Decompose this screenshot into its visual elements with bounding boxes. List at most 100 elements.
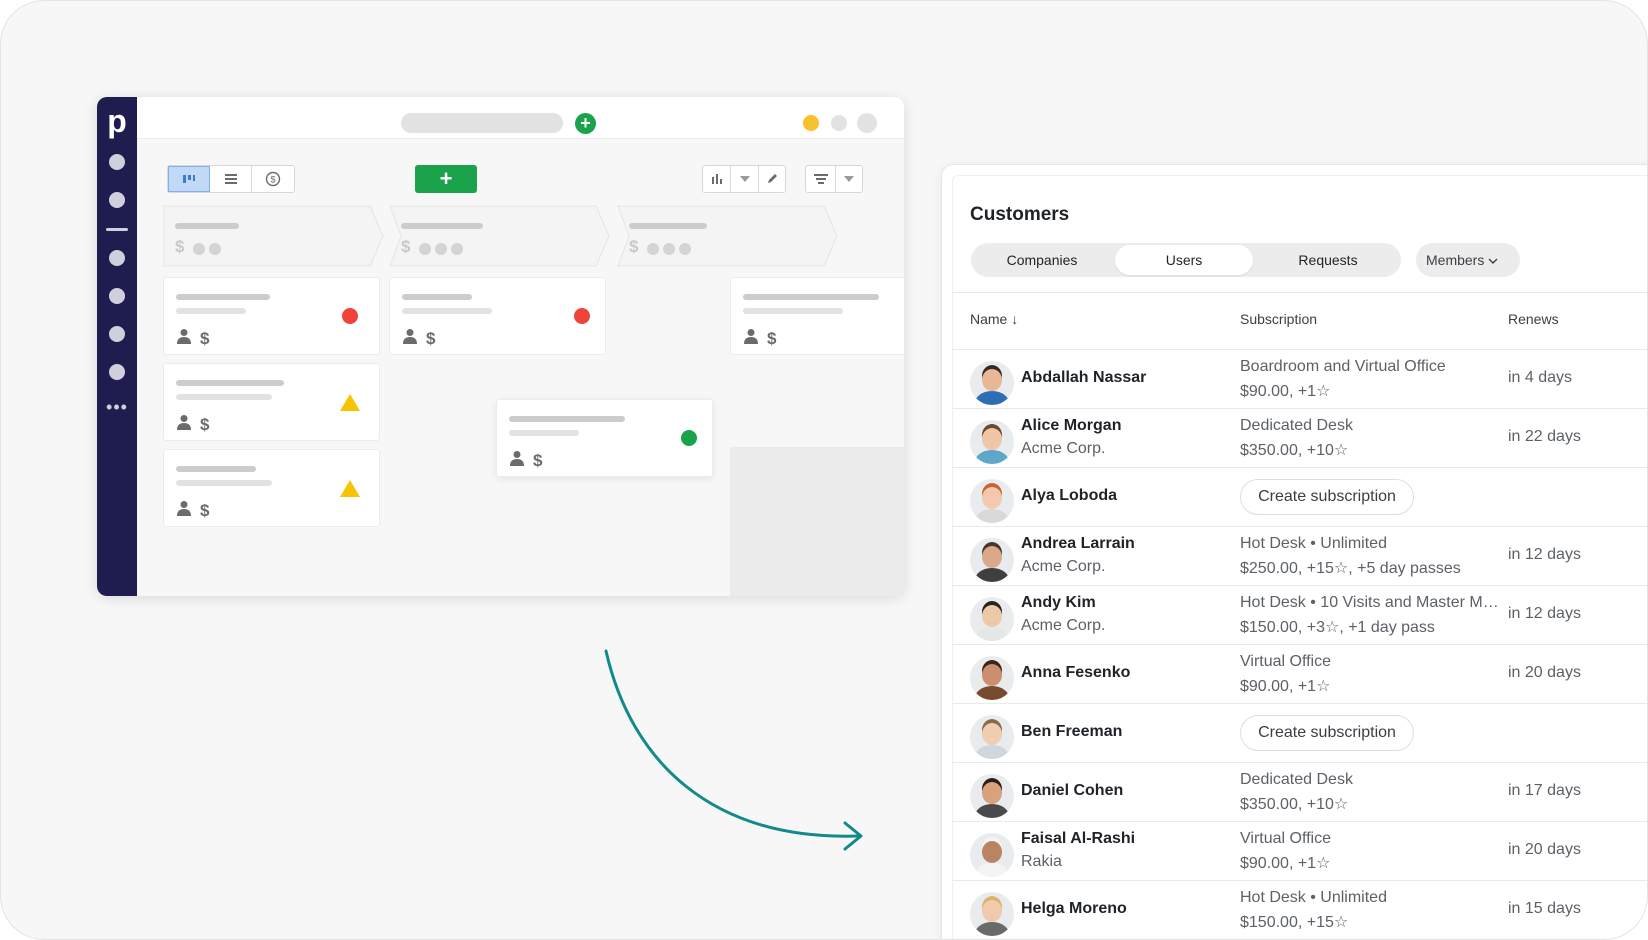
stage-name-placeholder xyxy=(629,223,707,229)
column-header-renews[interactable]: Renews xyxy=(1508,311,1559,327)
dollar-icon: $ xyxy=(200,328,210,348)
subscription-plan: Dedicated Desk xyxy=(1240,417,1353,434)
customer-name[interactable]: Andrea Larrain xyxy=(1021,535,1135,553)
pipedrive-window: p ••• + $ + $ $ $ $ $ $ $ $ $ xyxy=(97,97,904,596)
tab-requests[interactable]: Requests xyxy=(1257,245,1399,275)
dragged-deal-card[interactable]: $ xyxy=(496,399,713,477)
table-row[interactable]: Andy Kim Acme Corp. Hot Desk • 10 Visits a… xyxy=(953,585,1647,644)
stage-header: $ xyxy=(163,205,385,267)
person-icon xyxy=(176,328,192,349)
avatar xyxy=(970,361,1014,405)
customer-company: Acme Corp. xyxy=(1021,558,1106,575)
tab-users[interactable]: Users xyxy=(1115,245,1253,275)
table-row[interactable]: Faisal Al-Rashi Rakia Virtual Office $90.00… xyxy=(953,821,1647,880)
search-input[interactable] xyxy=(401,113,563,133)
card-subtitle-placeholder xyxy=(176,480,272,486)
card-title-placeholder xyxy=(402,294,472,300)
list-view-icon[interactable] xyxy=(210,166,252,192)
card-subtitle-placeholder xyxy=(176,394,272,400)
renews-value: in 22 days xyxy=(1508,428,1581,445)
dollar-icon: $ xyxy=(767,328,777,348)
avatar xyxy=(970,420,1014,464)
status-red-icon xyxy=(574,308,590,324)
deal-card[interactable]: $ xyxy=(163,363,380,441)
add-deal-button[interactable]: + xyxy=(415,165,477,193)
yellow-dot-icon[interactable] xyxy=(803,115,819,131)
user-avatar[interactable] xyxy=(857,113,877,133)
nav-circle-icon[interactable] xyxy=(109,192,125,208)
table-row[interactable]: Anna Fesenko Virtual Office $90.00, +1☆ in … xyxy=(953,644,1647,703)
create-subscription-button[interactable]: Create subscription xyxy=(1240,479,1414,515)
deal-card[interactable]: $ xyxy=(163,277,380,355)
table-row[interactable]: Andrea Larrain Acme Corp. Hot Desk • Unlim… xyxy=(953,526,1647,585)
customer-name[interactable]: Alice Morgan xyxy=(1021,417,1121,435)
nav-circle-icon[interactable] xyxy=(109,326,125,342)
tab-companies[interactable]: Companies xyxy=(973,245,1111,275)
table-row[interactable]: Ben Freeman Create subscription xyxy=(953,703,1647,762)
customer-name[interactable]: Daniel Cohen xyxy=(1021,782,1123,800)
pipeline-view-icon[interactable] xyxy=(168,166,210,192)
chart-icon[interactable] xyxy=(703,166,731,192)
svg-text:$: $ xyxy=(270,175,275,185)
renews-value: in 12 days xyxy=(1508,605,1581,622)
chevron-down-icon[interactable] xyxy=(731,166,759,192)
nav-divider xyxy=(106,228,128,231)
edit-pencil-icon[interactable] xyxy=(759,166,785,192)
view-switcher: $ xyxy=(167,165,295,193)
customer-name[interactable]: Abdallah Nassar xyxy=(1021,369,1146,387)
avatar xyxy=(970,538,1014,582)
members-dropdown[interactable]: Members xyxy=(1416,243,1520,277)
nav-circle-icon[interactable] xyxy=(109,250,125,266)
stage-header: $ xyxy=(617,205,839,267)
subscription-price: $150.00, +15☆ xyxy=(1240,914,1349,931)
subscription-price: $90.00, +1☆ xyxy=(1240,678,1331,695)
table-row[interactable]: Daniel Cohen Dedicated Desk $350.00, +10☆ i… xyxy=(953,762,1647,821)
pipedrive-sidebar: p ••• xyxy=(97,97,137,596)
sort-arrow-icon: ↓ xyxy=(1011,311,1019,327)
card-title-placeholder xyxy=(176,294,270,300)
customer-company: Acme Corp. xyxy=(1021,440,1106,457)
table-row[interactable]: Abdallah Nassar Boardroom and Virtual Off… xyxy=(953,349,1647,408)
chevron-down-icon[interactable] xyxy=(836,166,862,192)
customer-company: Rakia xyxy=(1021,853,1062,870)
renews-value: in 20 days xyxy=(1508,841,1581,858)
avatar xyxy=(970,774,1014,818)
card-title-placeholder xyxy=(509,416,625,422)
subscription-price: $90.00, +1☆ xyxy=(1240,383,1331,400)
nav-circle-icon[interactable] xyxy=(109,154,125,170)
forecast-view-icon[interactable]: $ xyxy=(252,166,294,192)
card-subtitle-placeholder xyxy=(402,308,492,314)
create-subscription-button[interactable]: Create subscription xyxy=(1240,715,1414,751)
placeholder-dot xyxy=(435,243,447,255)
column-header-name[interactable]: Name ↓ xyxy=(970,311,1018,327)
filter-icon[interactable] xyxy=(806,166,836,192)
placeholder-dot xyxy=(647,243,659,255)
grey-dot-icon[interactable] xyxy=(831,115,847,131)
dollar-icon: $ xyxy=(426,328,436,348)
column-header-subscription[interactable]: Subscription xyxy=(1240,311,1317,327)
nav-circle-icon[interactable] xyxy=(109,288,125,304)
pipedrive-logo[interactable]: p xyxy=(97,103,137,139)
customer-name[interactable]: Alya Loboda xyxy=(1021,487,1117,505)
quick-add-button[interactable]: + xyxy=(575,113,596,134)
customer-name[interactable]: Anna Fesenko xyxy=(1021,664,1130,682)
customer-name[interactable]: Andy Kim xyxy=(1021,594,1096,612)
deal-card[interactable]: $ xyxy=(730,277,904,355)
customer-name[interactable]: Ben Freeman xyxy=(1021,723,1122,741)
more-icon[interactable]: ••• xyxy=(97,398,137,416)
table-row[interactable]: Helga Moreno Hot Desk • Unlimited $150.00,… xyxy=(953,880,1647,939)
nav-circle-icon[interactable] xyxy=(109,364,125,380)
table-row[interactable]: Alice Morgan Acme Corp. Dedicated Desk $350… xyxy=(953,408,1647,467)
stage-value: $ xyxy=(175,237,185,256)
table-row[interactable]: Alya Loboda Create subscription xyxy=(953,467,1647,526)
card-title-placeholder xyxy=(743,294,879,300)
stage-value: $ xyxy=(401,237,411,256)
status-red-icon xyxy=(342,308,358,324)
warning-icon xyxy=(340,394,360,411)
deal-card[interactable]: $ xyxy=(163,449,380,527)
drop-zone xyxy=(730,447,904,596)
customer-name[interactable]: Faisal Al-Rashi xyxy=(1021,830,1135,848)
deal-card[interactable]: $ xyxy=(389,277,606,355)
customer-name[interactable]: Helga Moreno xyxy=(1021,900,1127,918)
dollar-icon: $ xyxy=(200,414,210,434)
